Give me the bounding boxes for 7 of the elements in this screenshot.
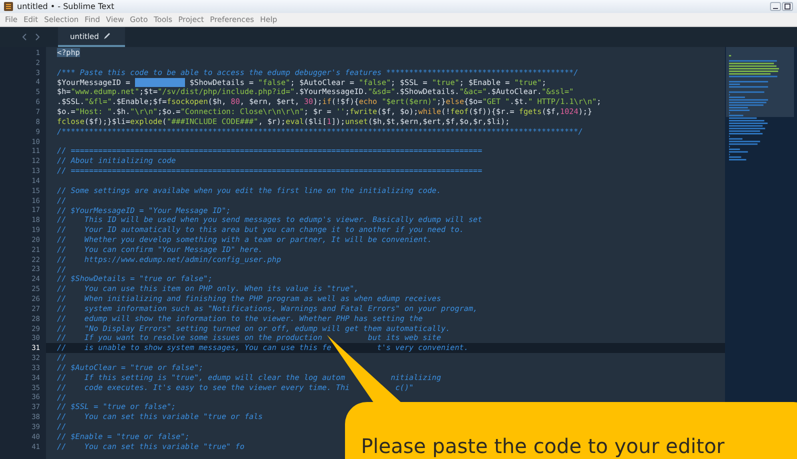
callout-text: Please paste the code to your editor bbox=[361, 434, 725, 458]
window-title: untitled • - Sublime Text bbox=[17, 2, 116, 11]
maximize-icon bbox=[784, 3, 791, 10]
pencil-icon bbox=[102, 32, 111, 40]
app-icon bbox=[4, 2, 13, 11]
minimize-button[interactable] bbox=[770, 2, 781, 11]
maximize-button[interactable] bbox=[782, 2, 793, 11]
